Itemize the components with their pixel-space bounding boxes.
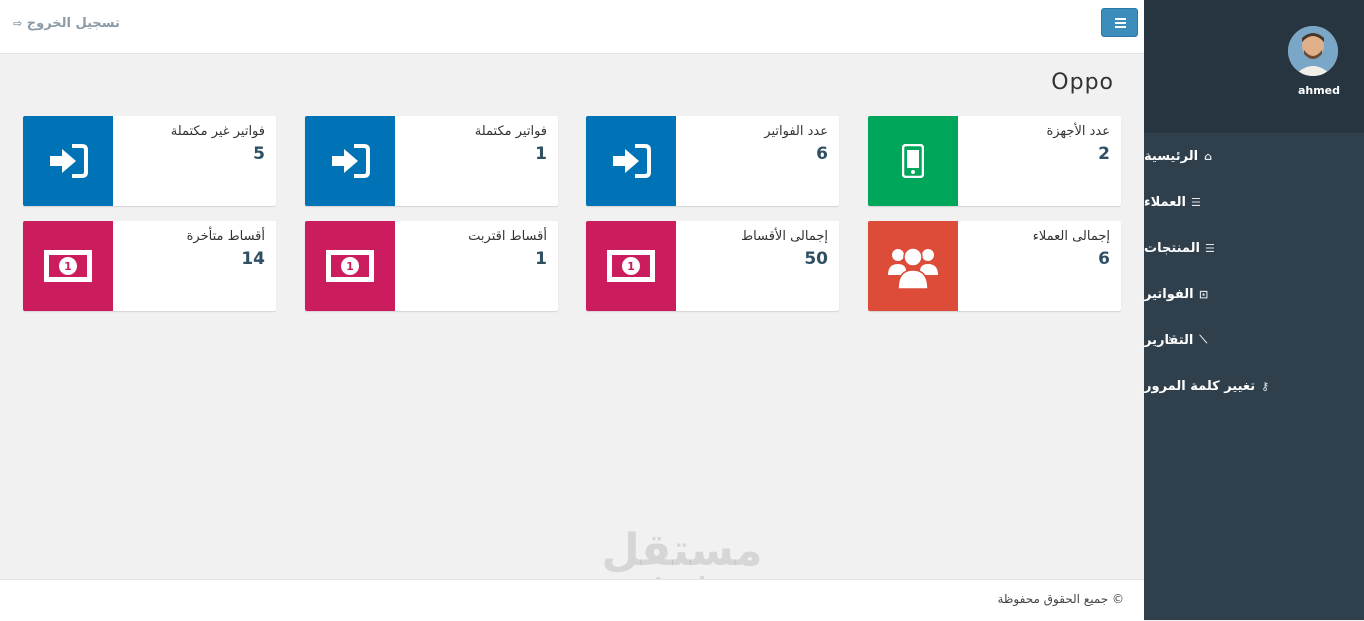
sidebar-item-label: الرئيسية [1144, 148, 1199, 164]
avatar[interactable] [1288, 26, 1338, 76]
card-icon-box: 1 [305, 221, 395, 311]
card-icon-box [868, 221, 958, 311]
money-icon: 1 [607, 250, 655, 282]
hamburger-bar [1115, 22, 1126, 24]
invoice-icon: ⊡ [1198, 287, 1209, 301]
card-value: 6 [816, 144, 828, 164]
sign-in-icon [613, 144, 651, 178]
stat-card-upcoming-installments[interactable]: 1 أقساط اقتربت 1 [305, 221, 558, 311]
card-label: أقساط اقتربت [468, 229, 547, 244]
key-icon: ⚷ [1261, 379, 1270, 393]
stat-card-total-installments[interactable]: 1 إجمالى الأقساط 50 [586, 221, 839, 311]
home-icon: ⌂ [1204, 149, 1212, 163]
menu-toggle-button[interactable] [1101, 8, 1138, 37]
card-value: 5 [253, 144, 265, 164]
card-value: 1 [535, 249, 547, 269]
card-icon-box [305, 116, 395, 206]
card-icon-box: 1 [23, 221, 113, 311]
user-panel: ahmed [1144, 0, 1364, 133]
card-value: 2 [1098, 144, 1110, 164]
list-icon: ☰ [1190, 195, 1201, 209]
money-icon: 1 [326, 250, 374, 282]
stat-card-total-customers[interactable]: إجمالى العملاء 6 [868, 221, 1121, 311]
logout-label: تسجيل الخروج [26, 16, 120, 31]
card-value: 50 [804, 249, 828, 269]
sidebar-item-label: تغيير كلمة المرور [1144, 378, 1256, 394]
sidebar-item-label: الفواتير [1144, 286, 1194, 302]
svg-text:1: 1 [64, 260, 72, 273]
card-icon-box: 1 [586, 221, 676, 311]
stat-card-incomplete-invoices[interactable]: فواتير غير مكتملة 5 [23, 116, 276, 206]
page-title: Oppo [1051, 70, 1114, 95]
card-icon-box [868, 116, 958, 206]
topbar: تسجيل الخروج ⇨ [0, 0, 1144, 54]
stat-card-complete-invoices[interactable]: فواتير مكتملة 1 [305, 116, 558, 206]
card-label: إجمالى العملاء [1032, 229, 1110, 244]
card-value: 14 [241, 249, 265, 269]
svg-text:1: 1 [627, 260, 635, 273]
sidebar: ahmed ⌂ الرئيسية ☰ العملاء ☰ المنتجات ⊡ … [1144, 0, 1364, 620]
sign-out-icon: ⇨ [13, 17, 23, 30]
card-icon-box [23, 116, 113, 206]
stat-card-late-installments[interactable]: 1 أقساط متأخرة 14 [23, 221, 276, 311]
list-icon: ☰ [1205, 241, 1215, 255]
hamburger-bar [1115, 26, 1126, 28]
stat-card-invoice-count[interactable]: عدد الفواتير 6 [586, 116, 839, 206]
sidebar-item-reports[interactable]: ⟋ التقارير ‹ [1144, 317, 1364, 363]
mobile-icon [902, 144, 924, 178]
sidebar-item-customers[interactable]: ☰ العملاء [1144, 179, 1364, 225]
card-icon-box [586, 116, 676, 206]
sidebar-menu: ⌂ الرئيسية ☰ العملاء ☰ المنتجات ⊡ الفوات… [1144, 133, 1364, 409]
card-label: فواتير مكتملة [474, 124, 547, 139]
sign-in-icon [332, 144, 370, 178]
sidebar-item-label: العملاء [1144, 194, 1186, 210]
footer: © جميع الحقوق محفوظة [0, 579, 1144, 621]
card-label: عدد الأجهزة [1046, 124, 1110, 139]
sidebar-item-home[interactable]: ⌂ الرئيسية [1144, 133, 1364, 179]
users-icon [888, 247, 938, 289]
card-value: 6 [1098, 249, 1110, 269]
logout-link[interactable]: تسجيل الخروج ⇨ [10, 16, 120, 31]
chevron-left-icon: ‹ [1168, 332, 1173, 345]
card-label: إجمالى الأقساط [741, 229, 828, 244]
hamburger-bar [1115, 18, 1126, 20]
stat-card-devices[interactable]: عدد الأجهزة 2 [868, 116, 1121, 206]
watermark-arabic: مستقل [601, 525, 763, 576]
card-label: أقساط متأخرة [186, 229, 265, 244]
svg-text:1: 1 [346, 260, 354, 273]
card-label: عدد الفواتير [764, 124, 828, 139]
sign-in-icon [50, 144, 88, 178]
card-value: 1 [535, 144, 547, 164]
sidebar-item-invoices[interactable]: ⊡ الفواتير [1144, 271, 1364, 317]
money-icon: 1 [44, 250, 92, 282]
card-label: فواتير غير مكتملة [170, 124, 265, 139]
copyright-text: © جميع الحقوق محفوظة [997, 592, 1124, 606]
username: ahmed [1297, 84, 1340, 97]
chart-icon: ⟋ [1199, 333, 1208, 346]
sidebar-item-products[interactable]: ☰ المنتجات [1144, 225, 1364, 271]
sidebar-item-label: المنتجات [1144, 240, 1200, 256]
sidebar-item-change-password[interactable]: ⚷ تغيير كلمة المرور [1144, 363, 1364, 409]
